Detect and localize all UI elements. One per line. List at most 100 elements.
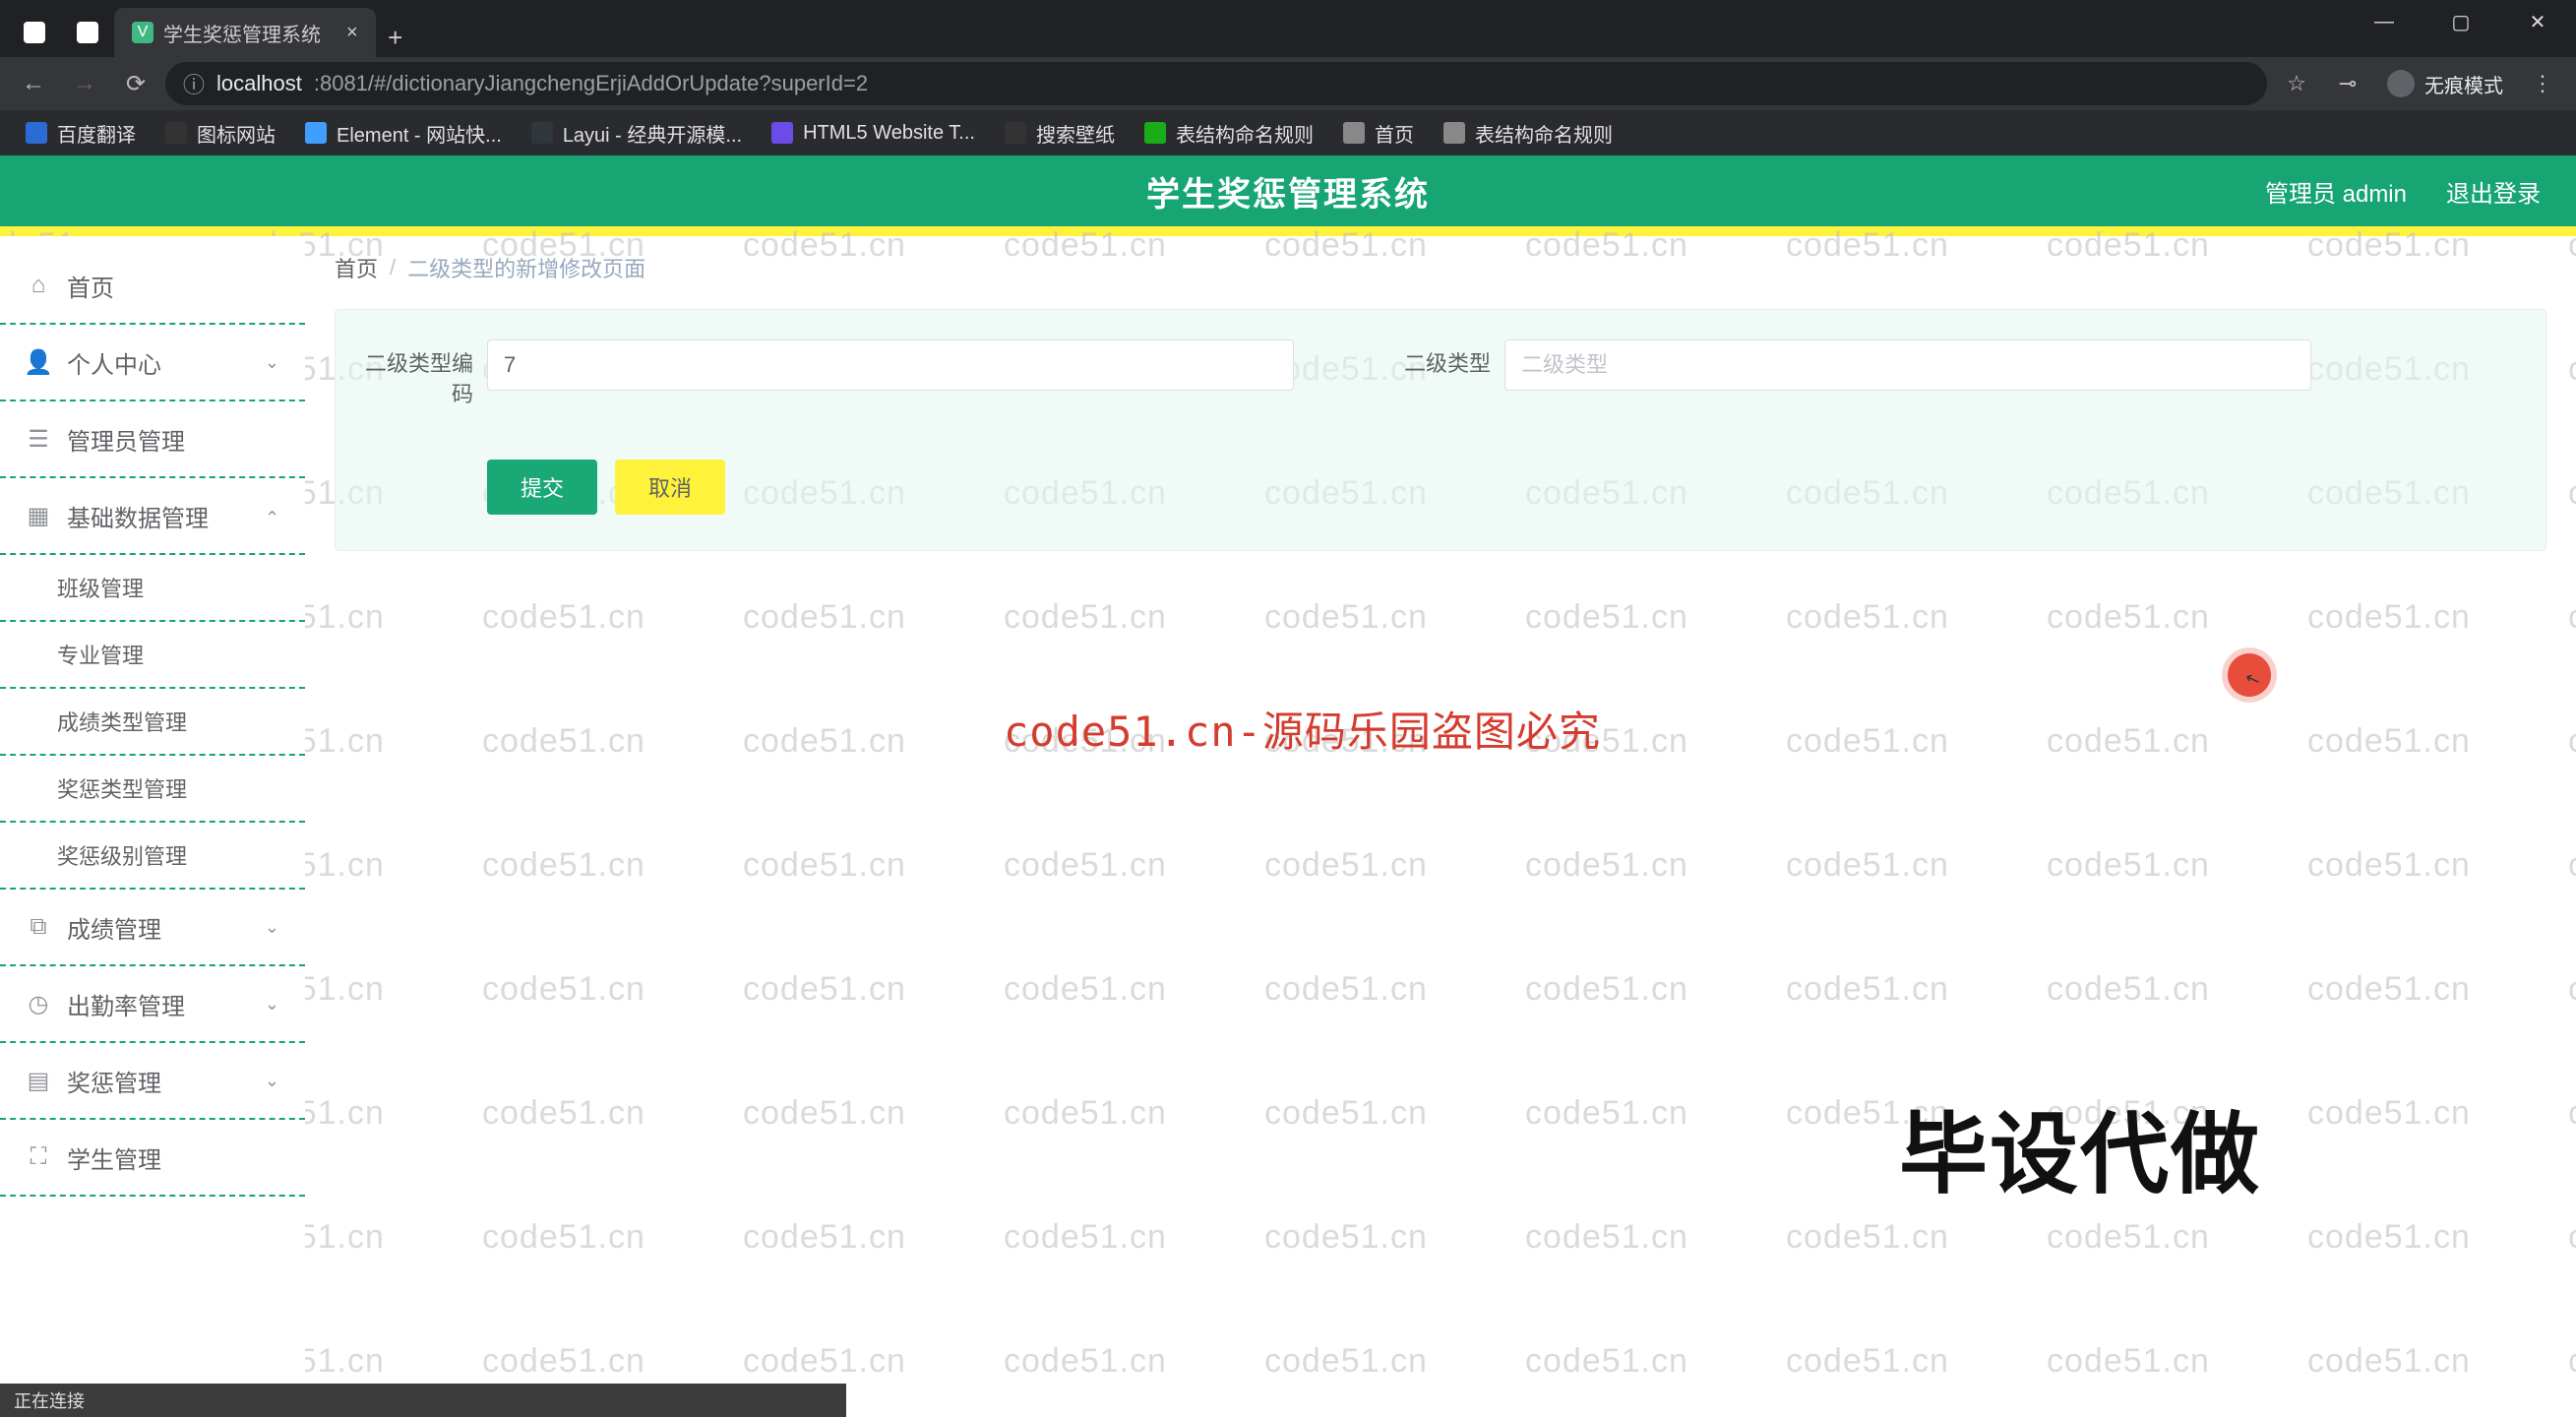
book-icon: ▤ [26, 1068, 51, 1093]
main-content: 首页 / 二级类型的新增修改页面 二级类型编码 二级类型 提交 取消 [305, 236, 2576, 1417]
pinned-tab-0[interactable] [8, 8, 61, 57]
sidebar-item-4[interactable]: ⧉ 成绩管理 ⌄ [0, 890, 305, 966]
watermark-red-text: code51.cn-源码乐园盗图必究 [1004, 699, 1601, 759]
sidebar-item-label: 基础数据管理 [67, 499, 209, 533]
sidebar-subitem-3-0[interactable]: 班级管理 [0, 555, 305, 622]
url-input[interactable]: ⓘ localhost:8081/#/dictionaryJiangchengE… [165, 62, 2267, 105]
field1-input[interactable] [487, 339, 1294, 391]
new-tab-button[interactable]: + [376, 18, 415, 57]
sidebar-subitem-3-2[interactable]: 成绩类型管理 [0, 689, 305, 756]
sidebar-subitem-3-3[interactable]: 奖惩类型管理 [0, 756, 305, 823]
browser-menu-icon[interactable]: ⋮ [2521, 62, 2564, 105]
bookmark-item-6[interactable]: 表结构命名规则 [1133, 115, 1325, 152]
header-accent-bar [0, 226, 2576, 236]
browser-status-text: 正在连接 [0, 1384, 846, 1417]
bookmark-item-8[interactable]: 表结构命名规则 [1432, 115, 1625, 152]
bookmark-label: Element - 网站快... [337, 119, 502, 148]
cursor-highlight-icon [2222, 647, 2277, 703]
grid-icon: ▦ [26, 503, 51, 528]
window-close[interactable]: ✕ [2499, 0, 2576, 43]
bookmark-favicon-icon [1005, 122, 1026, 144]
favicon-icon [77, 22, 98, 43]
promo-text: 毕设代做 [1899, 1082, 2261, 1210]
active-tab[interactable]: V 学生奖惩管理系统 × [114, 8, 376, 57]
chevron-down-icon: ⌄ [265, 352, 279, 373]
bookmark-favicon-icon [1343, 122, 1365, 144]
pinned-tab-1[interactable] [61, 8, 114, 57]
bookmark-label: 搜索壁纸 [1036, 119, 1115, 148]
breadcrumb-sep: / [390, 255, 396, 280]
nav-reload-icon[interactable]: ⟳ [114, 62, 157, 105]
bookmark-item-2[interactable]: Element - 网站快... [293, 115, 514, 152]
bookmark-item-1[interactable]: 图标网站 [153, 115, 287, 152]
bookmark-item-4[interactable]: HTML5 Website T... [760, 118, 987, 149]
nav-back-icon[interactable]: ← [12, 62, 55, 105]
bookmark-item-7[interactable]: 首页 [1331, 115, 1426, 152]
bookmark-favicon-icon [165, 122, 187, 144]
bookmark-label: 表结构命名规则 [1475, 119, 1613, 148]
key-icon[interactable]: ⊸ [2326, 62, 2369, 105]
current-user-label[interactable]: 管理员 admin [2265, 174, 2407, 209]
window-maximize[interactable]: ▢ [2423, 0, 2499, 43]
tab-title: 学生奖惩管理系统 [163, 19, 321, 47]
sidebar-subitem-label: 奖惩级别管理 [57, 839, 187, 871]
sidebar-subitem-label: 专业管理 [57, 639, 144, 670]
chevron-down-icon: ⌄ [265, 506, 279, 526]
sidebar-item-1[interactable]: 👤个人中心⌄ [0, 325, 305, 401]
sidebar-subitem-3-4[interactable]: 奖惩级别管理 [0, 823, 305, 890]
sidebar-item-3[interactable]: ▦ 基础数据管理 ⌄ [0, 478, 305, 555]
bookmark-item-5[interactable]: 搜索壁纸 [993, 115, 1127, 152]
sidebar-item-label: 成绩管理 [67, 910, 161, 945]
favicon-icon: V [132, 22, 153, 43]
sidebar-item-0[interactable]: ⌂首页 [0, 248, 305, 325]
url-path: :8081/#/dictionaryJiangchengErjiAddOrUpd… [314, 71, 868, 96]
bookmark-favicon-icon [26, 122, 47, 144]
sidebar-subitem-label: 成绩类型管理 [57, 706, 187, 737]
close-tab-icon[interactable]: × [346, 22, 358, 44]
bookmark-label: 表结构命名规则 [1176, 119, 1314, 148]
chevron-down-icon: ⌄ [265, 1071, 279, 1091]
submit-button[interactable]: 提交 [487, 460, 597, 515]
cancel-button[interactable]: 取消 [615, 460, 725, 515]
bookmark-star-icon[interactable]: ☆ [2275, 62, 2318, 105]
bookmark-label: Layui - 经典开源模... [563, 119, 742, 148]
bookmark-label: HTML5 Website T... [803, 122, 975, 145]
window-minimize[interactable]: — [2346, 0, 2423, 43]
bookmark-favicon-icon [1443, 122, 1465, 144]
sidebar-item-label: 学生管理 [67, 1140, 161, 1175]
incognito-label: 无痕模式 [2424, 70, 2503, 98]
sidebar-item-2[interactable]: ☰管理员管理 [0, 401, 305, 478]
sidebar-item-label: 首页 [67, 269, 114, 303]
browser-tab-bar: — ▢ ✕ V 学生奖惩管理系统 × + [0, 0, 2576, 57]
people-icon: ☰ [26, 426, 51, 452]
breadcrumb-current: 二级类型的新增修改页面 [407, 252, 645, 283]
sidebar-item-label: 奖惩管理 [67, 1064, 161, 1098]
profile-incognito[interactable]: 无痕模式 [2377, 70, 2513, 98]
sidebar-item-7[interactable]: ⛶学生管理 [0, 1120, 305, 1197]
bookmark-favicon-icon [771, 122, 793, 144]
bookmarks-bar: 百度翻译图标网站 Element - 网站快... Layui - 经典开源模...… [0, 110, 2576, 155]
bookmark-label: 首页 [1375, 119, 1414, 148]
app-title: 学生奖惩管理系统 [1146, 167, 1430, 216]
sidebar-item-5[interactable]: ◷出勤率管理⌄ [0, 966, 305, 1043]
bookmark-label: 百度翻译 [57, 119, 136, 148]
app-header: 学生奖惩管理系统 管理员 admin 退出登录 [0, 155, 2576, 226]
favicon-icon [24, 22, 45, 43]
chevron-down-icon: ⌄ [265, 917, 279, 938]
sidebar-subitem-label: 班级管理 [57, 572, 144, 603]
sidebar-subitem-3-1[interactable]: 专业管理 [0, 622, 305, 689]
bookmark-item-3[interactable]: Layui - 经典开源模... [520, 115, 754, 152]
breadcrumb-home[interactable]: 首页 [335, 252, 378, 283]
sidebar-item-6[interactable]: ▤ 奖惩管理 ⌄ [0, 1043, 305, 1120]
nav-forward-icon[interactable]: → [63, 62, 106, 105]
user-icon: 👤 [26, 349, 51, 375]
sidebar-item-label: 出勤率管理 [67, 987, 185, 1021]
copy-icon: ⧉ [26, 914, 51, 940]
bookmark-item-0[interactable]: 百度翻译 [14, 115, 148, 152]
bookmark-favicon-icon [305, 122, 327, 144]
logout-link[interactable]: 退出登录 [2446, 174, 2541, 209]
field1-label: 二级类型编码 [355, 339, 473, 410]
field2-label: 二级类型 [1373, 339, 1491, 380]
site-info-icon[interactable]: ⓘ [183, 68, 205, 99]
field2-input[interactable] [1504, 339, 2311, 391]
